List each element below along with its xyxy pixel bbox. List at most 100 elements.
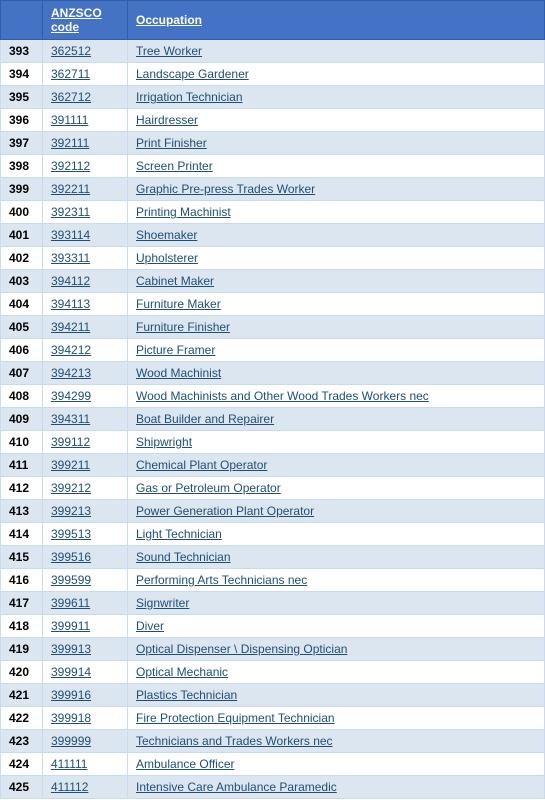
row-occupation[interactable]: Light Technician: [128, 523, 545, 546]
row-code[interactable]: 399916: [43, 684, 128, 707]
table-row: 419399913Optical Dispenser \ Dispensing …: [1, 638, 545, 661]
table-row: 418399911Diver: [1, 615, 545, 638]
row-code[interactable]: 411111: [43, 753, 128, 776]
row-occupation[interactable]: Shipwright: [128, 431, 545, 454]
table-row: 411399211Chemical Plant Operator: [1, 454, 545, 477]
table-row: 407394213Wood Machinist: [1, 362, 545, 385]
row-occupation[interactable]: Optical Dispenser \ Dispensing Optician: [128, 638, 545, 661]
table-row: 424411111Ambulance Officer: [1, 753, 545, 776]
row-occupation[interactable]: Upholsterer: [128, 247, 545, 270]
row-code[interactable]: 399911: [43, 615, 128, 638]
row-code[interactable]: 399599: [43, 569, 128, 592]
row-code[interactable]: 399611: [43, 592, 128, 615]
row-num: 409: [1, 408, 43, 431]
row-occupation[interactable]: Gas or Petroleum Operator: [128, 477, 545, 500]
row-code[interactable]: 392111: [43, 132, 128, 155]
row-num: 414: [1, 523, 43, 546]
row-occupation[interactable]: Performing Arts Technicians nec: [128, 569, 545, 592]
row-occupation[interactable]: Picture Framer: [128, 339, 545, 362]
row-occupation[interactable]: Hairdresser: [128, 109, 545, 132]
row-num: 412: [1, 477, 43, 500]
row-occupation[interactable]: Furniture Finisher: [128, 316, 545, 339]
table-row: 406394212Picture Framer: [1, 339, 545, 362]
table-row: 416399599Performing Arts Technicians nec: [1, 569, 545, 592]
row-code[interactable]: 399112: [43, 431, 128, 454]
row-num: 424: [1, 753, 43, 776]
row-occupation[interactable]: Cabinet Maker: [128, 270, 545, 293]
row-num: 411: [1, 454, 43, 477]
row-occupation[interactable]: Wood Machinists and Other Wood Trades Wo…: [128, 385, 545, 408]
row-occupation[interactable]: Plastics Technician: [128, 684, 545, 707]
row-num: 405: [1, 316, 43, 339]
row-occupation[interactable]: Ambulance Officer: [128, 753, 545, 776]
row-num: 397: [1, 132, 43, 155]
table-row: 405394211Furniture Finisher: [1, 316, 545, 339]
row-code[interactable]: 362711: [43, 63, 128, 86]
table-row: 401393114Shoemaker: [1, 224, 545, 247]
row-code[interactable]: 394112: [43, 270, 128, 293]
row-occupation[interactable]: Chemical Plant Operator: [128, 454, 545, 477]
row-num: 421: [1, 684, 43, 707]
row-occupation[interactable]: Screen Printer: [128, 155, 545, 178]
row-code[interactable]: 399211: [43, 454, 128, 477]
row-occupation[interactable]: Intensive Care Ambulance Paramedic: [128, 776, 545, 799]
col-num-header: [1, 1, 43, 40]
row-code[interactable]: 362512: [43, 40, 128, 63]
table-row: 398392112Screen Printer: [1, 155, 545, 178]
row-code[interactable]: 393114: [43, 224, 128, 247]
row-code[interactable]: 394212: [43, 339, 128, 362]
row-occupation[interactable]: Shoemaker: [128, 224, 545, 247]
col-code-header[interactable]: ANZSCO code: [43, 1, 128, 40]
row-num: 407: [1, 362, 43, 385]
row-occupation[interactable]: Printing Machinist: [128, 201, 545, 224]
occupation-table: ANZSCO code Occupation 393362512Tree Wor…: [0, 0, 545, 799]
row-code[interactable]: 399516: [43, 546, 128, 569]
row-occupation[interactable]: Optical Mechanic: [128, 661, 545, 684]
row-occupation[interactable]: Signwriter: [128, 592, 545, 615]
table-row: 393362512Tree Worker: [1, 40, 545, 63]
table-row: 425411112Intensive Care Ambulance Parame…: [1, 776, 545, 799]
row-code[interactable]: 394213: [43, 362, 128, 385]
row-code[interactable]: 399914: [43, 661, 128, 684]
row-code[interactable]: 391111: [43, 109, 128, 132]
row-code[interactable]: 394211: [43, 316, 128, 339]
row-occupation[interactable]: Diver: [128, 615, 545, 638]
row-occupation[interactable]: Fire Protection Equipment Technician: [128, 707, 545, 730]
row-code[interactable]: 399999: [43, 730, 128, 753]
row-num: 408: [1, 385, 43, 408]
col-occupation-header[interactable]: Occupation: [128, 1, 545, 40]
table-row: 400392311Printing Machinist: [1, 201, 545, 224]
row-occupation[interactable]: Furniture Maker: [128, 293, 545, 316]
row-num: 423: [1, 730, 43, 753]
table-row: 403394112Cabinet Maker: [1, 270, 545, 293]
row-num: 404: [1, 293, 43, 316]
row-occupation[interactable]: Power Generation Plant Operator: [128, 500, 545, 523]
table-row: 404394113Furniture Maker: [1, 293, 545, 316]
row-code[interactable]: 392311: [43, 201, 128, 224]
row-code[interactable]: 394299: [43, 385, 128, 408]
row-code[interactable]: 392211: [43, 178, 128, 201]
row-occupation[interactable]: Landscape Gardener: [128, 63, 545, 86]
row-code[interactable]: 399913: [43, 638, 128, 661]
row-code[interactable]: 399513: [43, 523, 128, 546]
row-code[interactable]: 411112: [43, 776, 128, 799]
table-row: 395362712Irrigation Technician: [1, 86, 545, 109]
table-row: 402393311Upholsterer: [1, 247, 545, 270]
row-occupation[interactable]: Irrigation Technician: [128, 86, 545, 109]
row-code[interactable]: 393311: [43, 247, 128, 270]
row-code[interactable]: 399212: [43, 477, 128, 500]
row-occupation[interactable]: Wood Machinist: [128, 362, 545, 385]
row-occupation[interactable]: Technicians and Trades Workers nec: [128, 730, 545, 753]
row-occupation[interactable]: Tree Worker: [128, 40, 545, 63]
row-occupation[interactable]: Print Finisher: [128, 132, 545, 155]
row-occupation[interactable]: Graphic Pre-press Trades Worker: [128, 178, 545, 201]
row-code[interactable]: 399213: [43, 500, 128, 523]
row-code[interactable]: 362712: [43, 86, 128, 109]
row-code[interactable]: 394311: [43, 408, 128, 431]
row-code[interactable]: 394113: [43, 293, 128, 316]
row-code[interactable]: 392112: [43, 155, 128, 178]
row-occupation[interactable]: Boat Builder and Repairer: [128, 408, 545, 431]
row-occupation[interactable]: Sound Technician: [128, 546, 545, 569]
row-num: 393: [1, 40, 43, 63]
row-code[interactable]: 399918: [43, 707, 128, 730]
